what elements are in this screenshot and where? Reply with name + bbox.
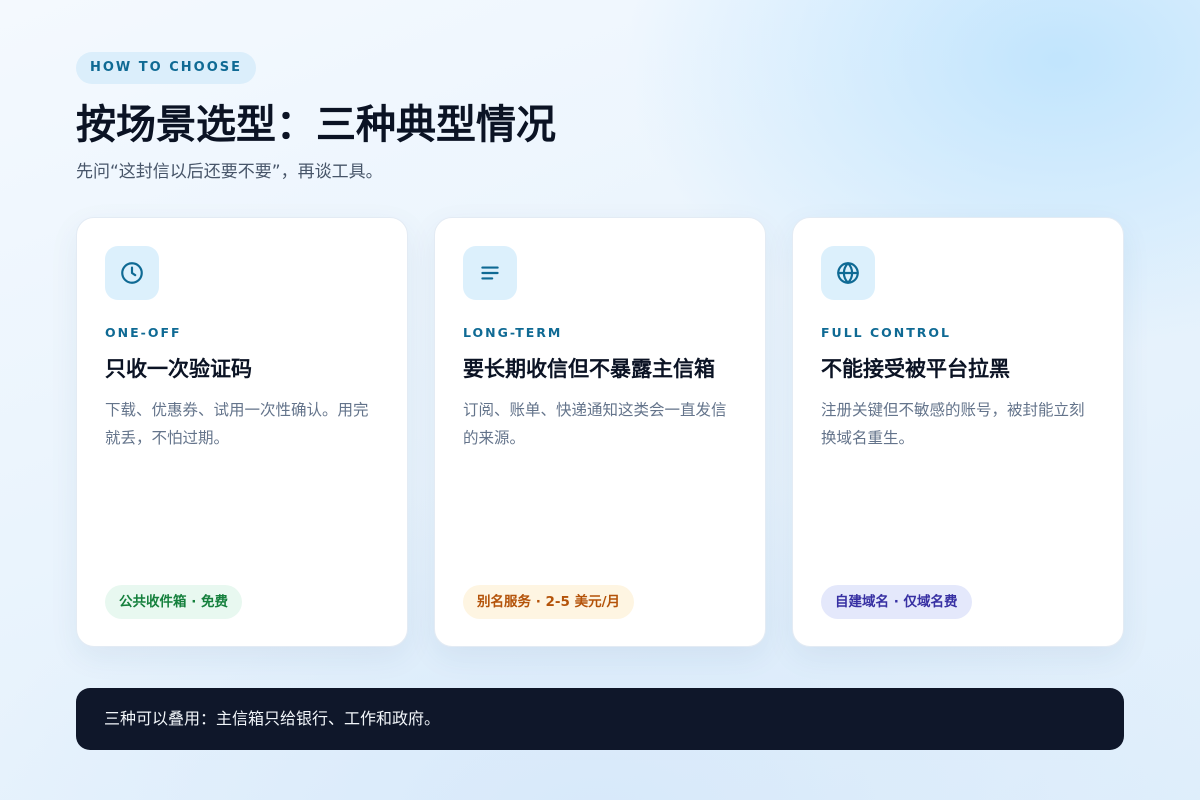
section-eyebrow: HOW TO CHOOSE bbox=[76, 52, 257, 84]
card-kicker: FULL CONTROL bbox=[821, 325, 951, 340]
card-description: 订阅、账单、快递通知这类会一直发信的来源。 bbox=[463, 401, 727, 447]
card-tag: 自建域名 · 仅域名费 bbox=[821, 585, 972, 619]
scenario-cards: ONE-OFF 只收一次验证码 下载、优惠券、试用一次性确认。用完就丢，不怕过期… bbox=[76, 217, 1124, 647]
card-description: 注册关键但不敏感的账号，被封能立刻换域名重生。 bbox=[821, 401, 1085, 447]
clock-icon bbox=[105, 246, 159, 300]
globe-icon bbox=[821, 246, 875, 300]
card-long-term: LONG-TERM 要长期收信但不暴露主信箱 订阅、账单、快递通知这类会一直发信… bbox=[434, 217, 766, 647]
card-title: 只收一次验证码 bbox=[105, 357, 252, 381]
card-description: 下载、优惠券、试用一次性确认。用完就丢，不怕过期。 bbox=[105, 401, 369, 447]
card-kicker: ONE-OFF bbox=[105, 325, 182, 340]
card-tag: 公共收件箱 · 免费 bbox=[105, 585, 243, 619]
card-title: 不能接受被平台拉黑 bbox=[821, 357, 1010, 381]
card-tag: 别名服务 · 2-5 美元/月 bbox=[463, 585, 635, 619]
lines-icon bbox=[463, 246, 517, 300]
page-title: 按场景选型：三种典型情况 bbox=[76, 102, 556, 148]
card-kicker: LONG-TERM bbox=[463, 325, 563, 340]
card-full-control: FULL CONTROL 不能接受被平台拉黑 注册关键但不敏感的账号，被封能立刻… bbox=[792, 217, 1124, 647]
page-subtitle: 先问“这封信以后还要不要”，再谈工具。 bbox=[76, 162, 383, 182]
summary-callout: 三种可以叠用：主信箱只给银行、工作和政府。 bbox=[76, 688, 1124, 750]
card-title: 要长期收信但不暴露主信箱 bbox=[463, 357, 715, 381]
card-one-off: ONE-OFF 只收一次验证码 下载、优惠券、试用一次性确认。用完就丢，不怕过期… bbox=[76, 217, 408, 647]
